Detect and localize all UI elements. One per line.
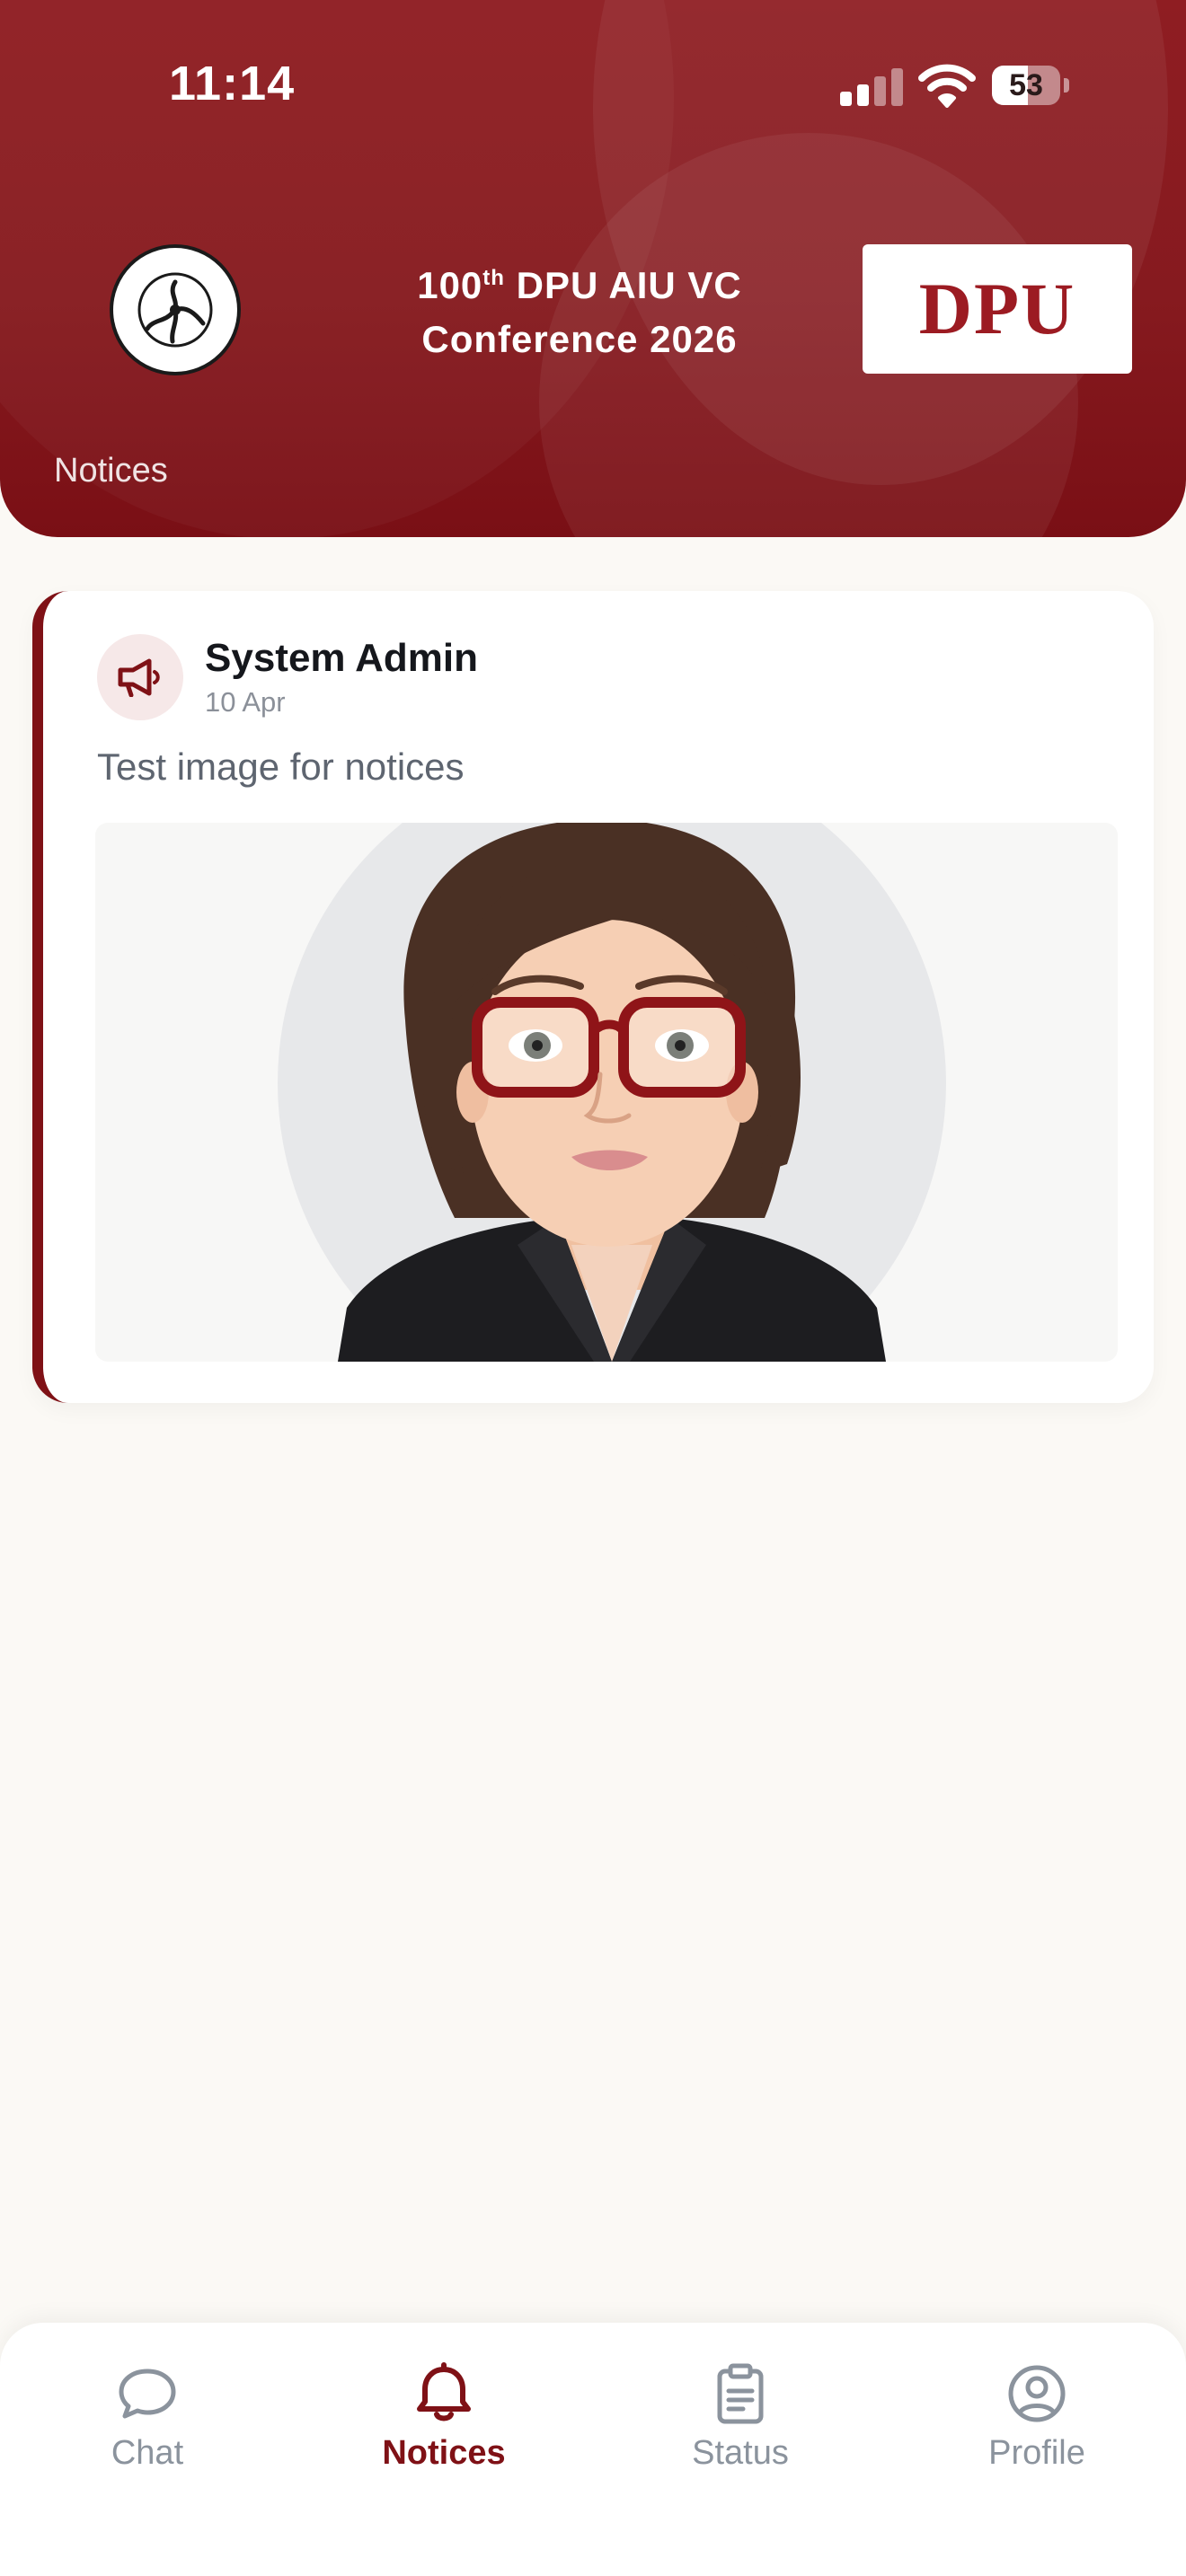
nav-status-label: Status (692, 2434, 789, 2472)
nav-profile[interactable]: Profile (947, 2362, 1127, 2473)
chat-bubble-icon (119, 2369, 176, 2419)
nav-status[interactable]: Status (651, 2362, 830, 2473)
clipboard-icon (717, 2363, 764, 2424)
app-header: 11:14 53 100th DPU AIU VC Conference 202… (0, 0, 1186, 537)
notice-text: Test image for notices (97, 745, 465, 788)
notice-card[interactable]: System Admin 10 Apr Test image for notic… (32, 591, 1154, 1403)
nav-notices-label: Notices (382, 2434, 506, 2472)
battery-icon: 53 (992, 66, 1069, 105)
notice-date: 10 Apr (205, 686, 286, 718)
nav-profile-label: Profile (988, 2434, 1085, 2472)
battery-percentage: 53 (1009, 68, 1043, 102)
notice-image[interactable] (95, 823, 1118, 1362)
user-circle-icon (1008, 2365, 1066, 2422)
nav-chat-label: Chat (111, 2434, 184, 2472)
dpu-logo: DPU (863, 244, 1132, 374)
cellular-signal-icon (840, 66, 903, 106)
page-title: Notices (54, 452, 168, 490)
megaphone-icon (97, 634, 183, 720)
wifi-icon (918, 64, 976, 108)
conference-title: 100th DPU AIU VC Conference 2026 (417, 264, 742, 360)
bottom-navigation: Chat Notices Status Profile (0, 2323, 1186, 2576)
notice-author: System Admin (205, 636, 479, 680)
status-time: 11:14 (169, 57, 296, 110)
university-association-logo (110, 244, 241, 375)
nav-chat[interactable]: Chat (58, 2362, 237, 2473)
nav-notices[interactable]: Notices (354, 2362, 534, 2473)
bell-icon (417, 2362, 471, 2422)
